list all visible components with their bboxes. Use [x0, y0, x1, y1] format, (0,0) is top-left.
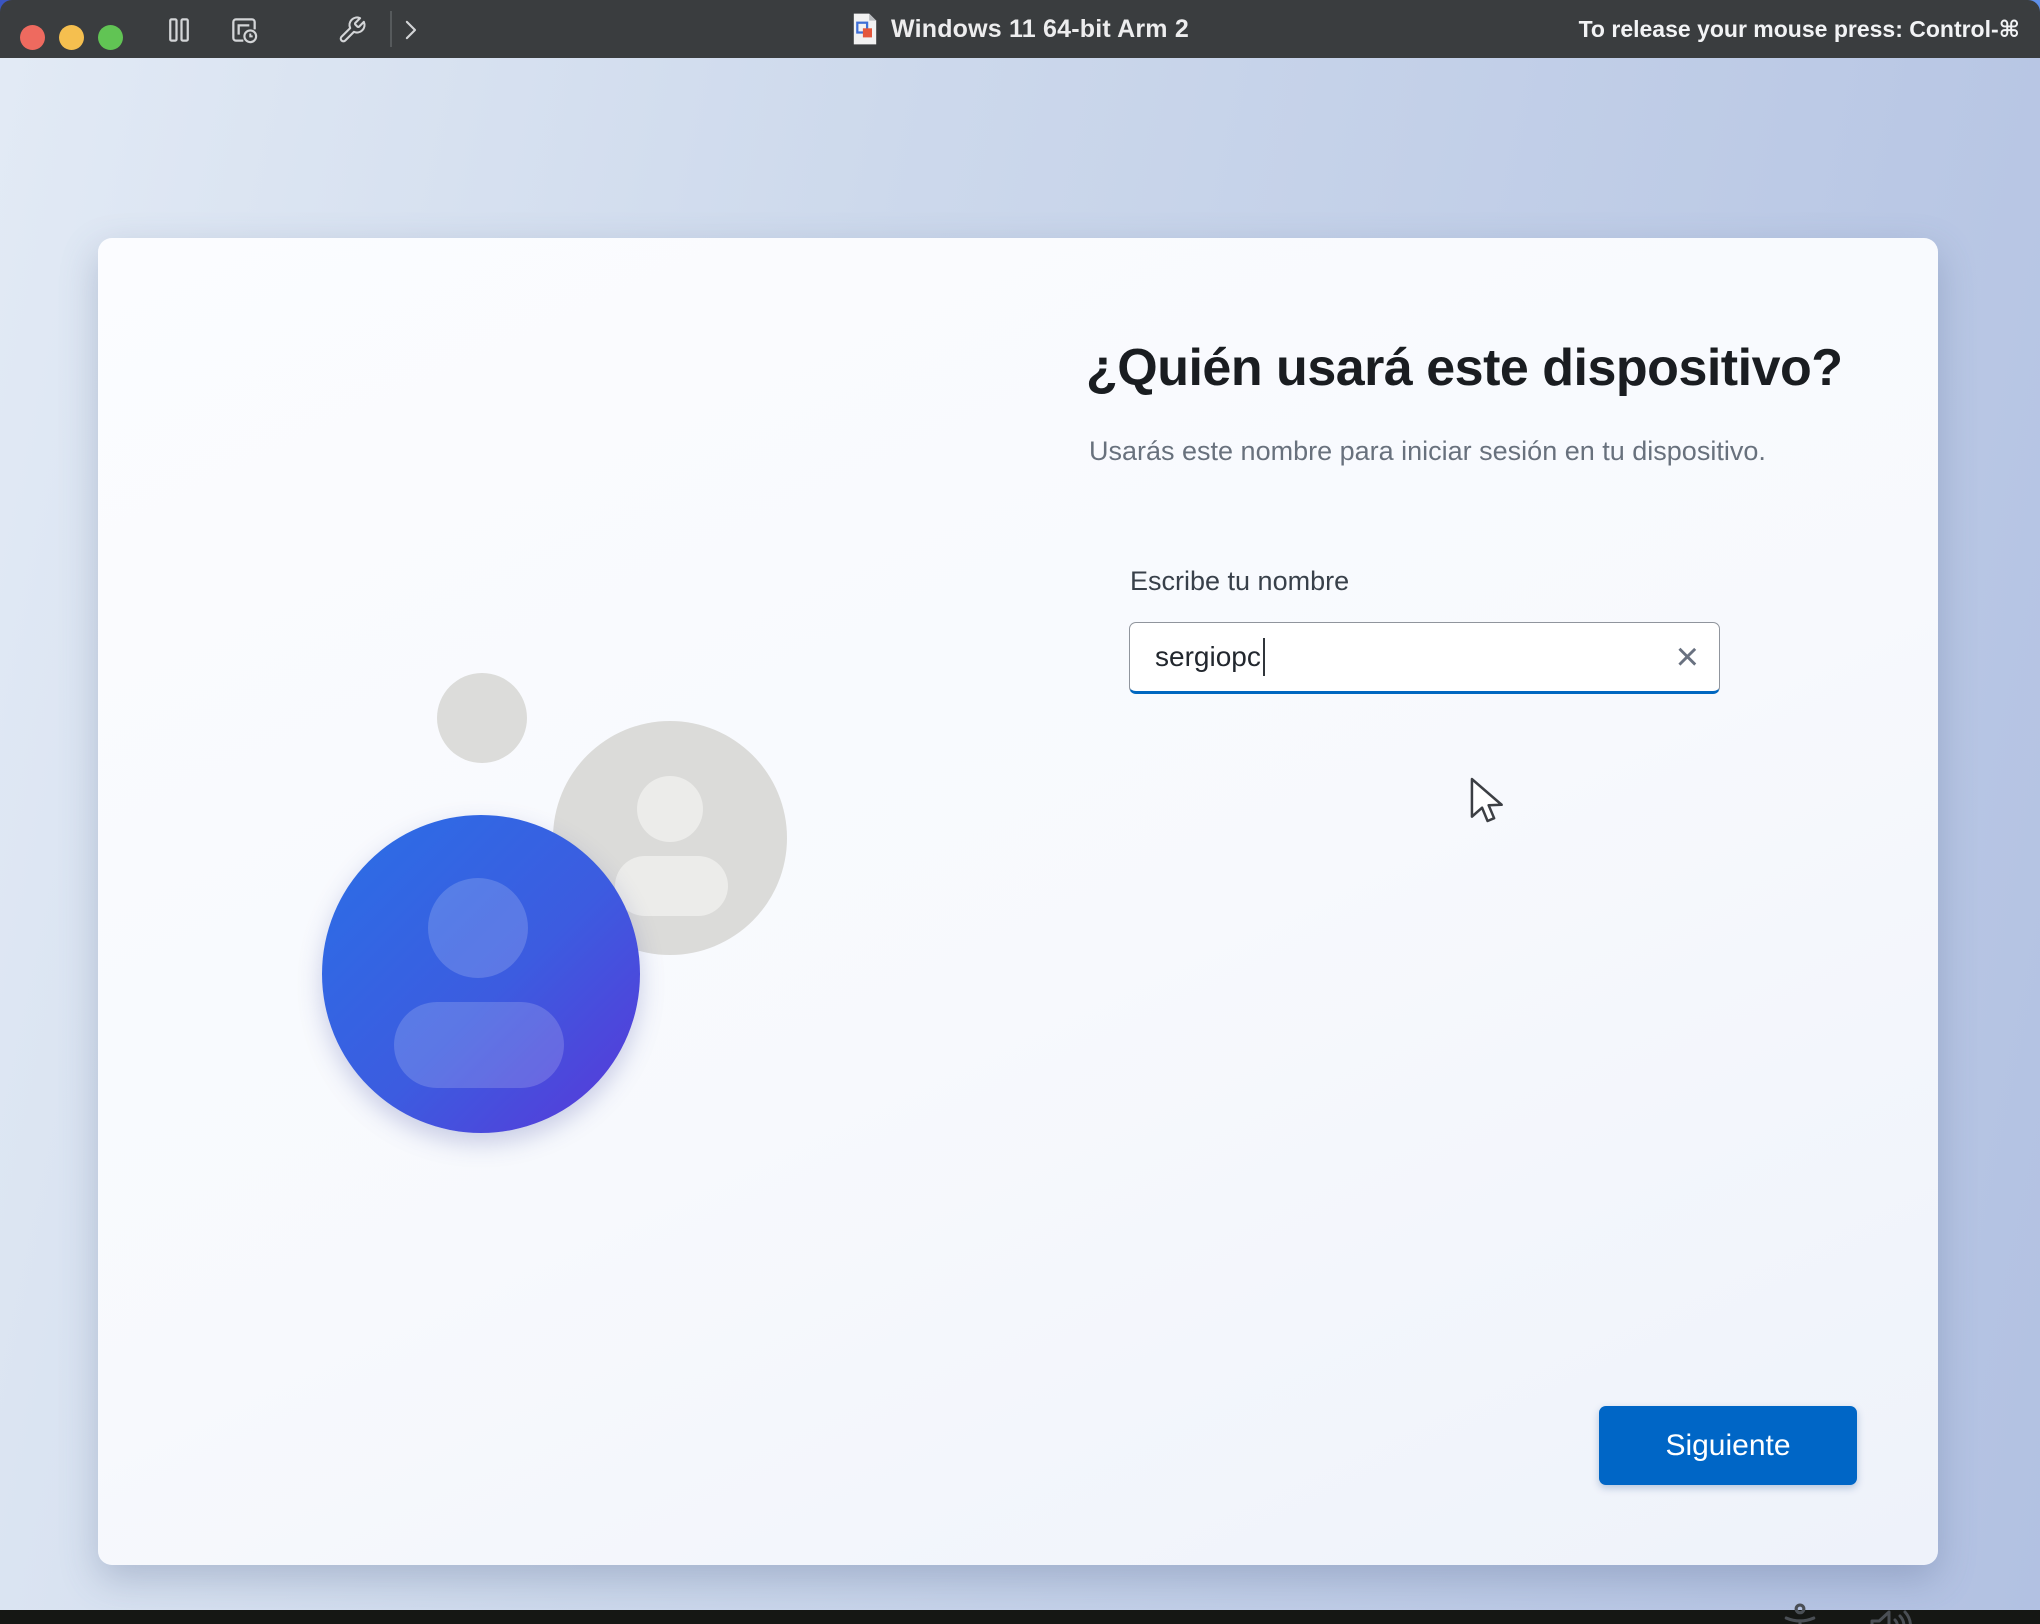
avatar-bubble-small	[437, 673, 527, 763]
avatar-blue-body	[394, 1002, 564, 1088]
screen-bottom-strip	[0, 1610, 2040, 1624]
name-input-value: sergiopc	[1155, 641, 1261, 672]
oobe-card: ¿Quién usará este dispositivo? Usarás es…	[98, 238, 1938, 1565]
page-subtitle: Usarás este nombre para iniciar sesión e…	[1089, 436, 1766, 466]
vm-window: Windows 11 64-bit Arm 2 To release your …	[0, 0, 2040, 1624]
clear-input-icon[interactable]: ×	[1676, 637, 1699, 677]
accessibility-button[interactable]	[1778, 1600, 1822, 1624]
text-caret	[1262, 638, 1265, 676]
mouse-release-hint: To release your mouse press: Control-⌘	[1578, 15, 2020, 42]
volume-button[interactable]	[1866, 1604, 1918, 1624]
vm-document-icon	[853, 13, 877, 45]
avatar-gray-head	[637, 776, 703, 842]
titlebar: Windows 11 64-bit Arm 2 To release your …	[0, 0, 2040, 58]
page-title: ¿Quién usará este dispositivo?	[1086, 339, 1843, 397]
window-title: Windows 11 64-bit Arm 2	[891, 14, 1189, 43]
next-button[interactable]: Siguiente	[1599, 1406, 1857, 1485]
avatar-blue	[322, 815, 640, 1133]
vm-desktop: ¿Quién usará este dispositivo? Usarás es…	[0, 58, 2040, 1624]
name-input[interactable]: sergiopc ×	[1129, 622, 1720, 694]
volume-icon	[1870, 1610, 1912, 1624]
name-field-label: Escribe tu nombre	[1130, 566, 1350, 596]
avatar-gray-body	[615, 856, 728, 916]
avatar-blue-head	[428, 878, 528, 978]
accessibility-icon	[1784, 1603, 1816, 1624]
mouse-cursor	[1467, 776, 1505, 826]
